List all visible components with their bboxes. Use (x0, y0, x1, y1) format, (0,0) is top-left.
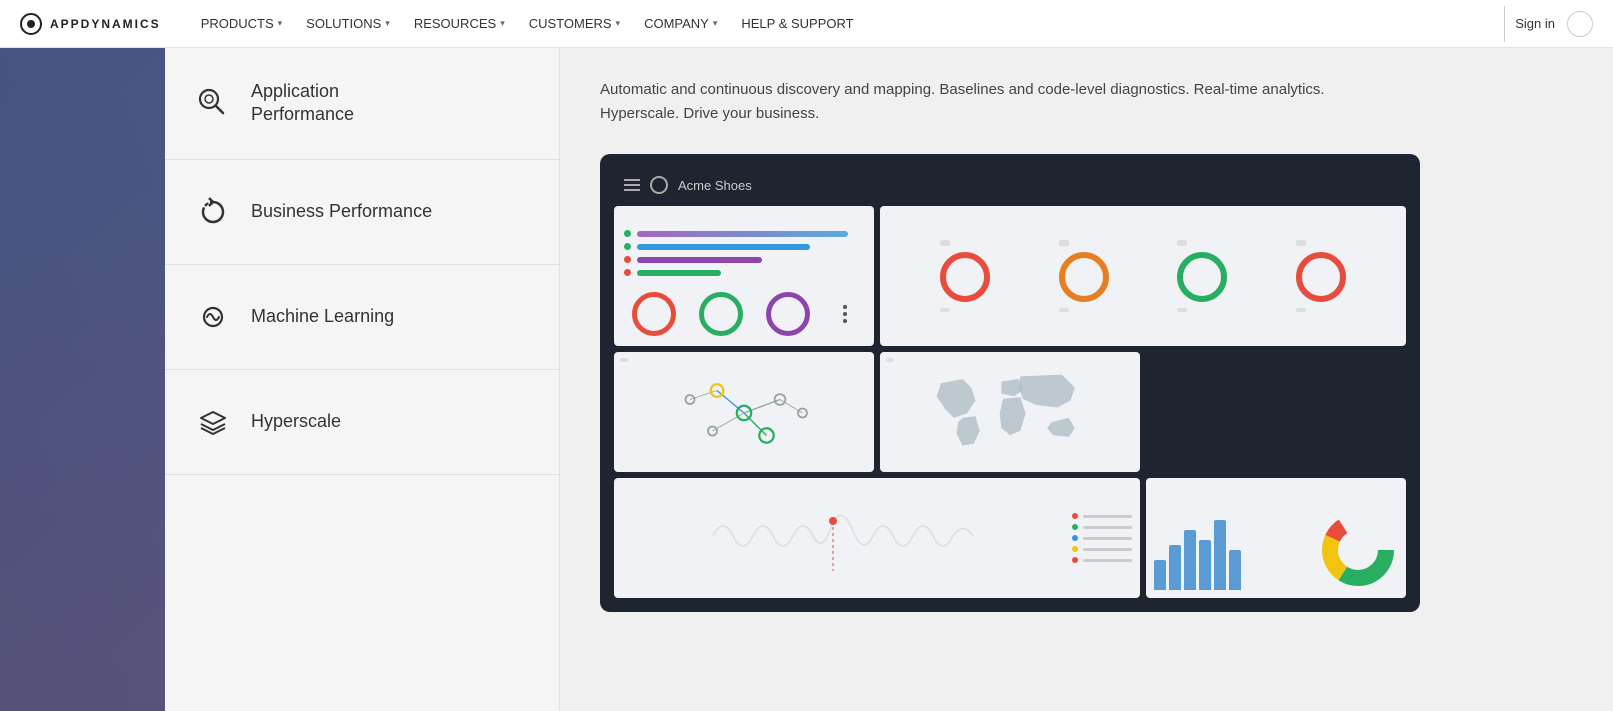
world-map-card (880, 352, 1140, 472)
sidebar-item-application-performance[interactable]: ApplicationPerformance (165, 48, 559, 160)
dashboard-mockup: Acme Shoes (600, 154, 1420, 612)
page-body: ApplicationPerformance Business Performa… (0, 48, 1613, 711)
signin-button[interactable]: Sign in (1515, 16, 1555, 31)
chevron-down-icon: ▾ (500, 18, 505, 29)
ml-icon (193, 297, 233, 337)
search-circle-icon (193, 83, 233, 123)
avatar (1567, 11, 1593, 37)
chevron-down-icon: ▾ (278, 18, 283, 29)
nav-right: Sign in (1515, 11, 1593, 37)
dashboard-topbar: Acme Shoes (614, 168, 1406, 206)
main-nav: APPDYNAMICS PRODUCTS ▾ SOLUTIONS ▾ RESOU… (0, 0, 1613, 48)
network-graph-card (614, 352, 874, 472)
sync-circle-icon (193, 192, 233, 232)
nav-item-help[interactable]: HELP & SUPPORT (731, 0, 863, 48)
dashboard-grid (614, 206, 1406, 598)
logo-text: APPDYNAMICS (50, 17, 161, 31)
bar-chart-card (614, 206, 874, 346)
nav-item-solutions[interactable]: SOLUTIONS ▾ (296, 0, 400, 48)
dashboard-app-name: Acme Shoes (678, 178, 752, 193)
nav-items: PRODUCTS ▾ SOLUTIONS ▾ RESOURCES ▾ CUSTO… (191, 0, 1495, 48)
chevron-down-icon: ▾ (713, 18, 718, 29)
bar-donut-card (1146, 478, 1406, 598)
chevron-down-icon: ▾ (385, 18, 390, 29)
machine-learning-label: Machine Learning (251, 305, 394, 328)
nav-divider (1504, 6, 1505, 42)
hamburger-icon (624, 179, 640, 191)
description-text: Automatic and continuous discovery and m… (600, 78, 1400, 126)
logo[interactable]: APPDYNAMICS (20, 13, 161, 35)
logo-icon (20, 13, 42, 35)
business-performance-label: Business Performance (251, 200, 432, 223)
waveform-card (614, 478, 1140, 598)
nav-item-company[interactable]: COMPANY ▾ (634, 0, 727, 48)
nav-item-resources[interactable]: RESOURCES ▾ (404, 0, 515, 48)
chevron-down-icon: ▾ (616, 18, 621, 29)
hyperscale-label: Hyperscale (251, 410, 341, 433)
sidebar-item-business-performance[interactable]: Business Performance (165, 160, 559, 265)
nav-item-customers[interactable]: CUSTOMERS ▾ (519, 0, 630, 48)
nav-item-products[interactable]: PRODUCTS ▾ (191, 0, 292, 48)
sidebar-item-machine-learning[interactable]: Machine Learning (165, 265, 559, 370)
left-hero-image (0, 48, 165, 711)
dashboard-logo-icon (650, 176, 668, 194)
main-content: Automatic and continuous discovery and m… (560, 48, 1613, 711)
sidebar-item-hyperscale[interactable]: Hyperscale (165, 370, 559, 475)
layers-icon (193, 402, 233, 442)
circles-row-card (880, 206, 1406, 346)
sidebar: ApplicationPerformance Business Performa… (165, 48, 560, 711)
application-performance-label: ApplicationPerformance (251, 80, 354, 127)
